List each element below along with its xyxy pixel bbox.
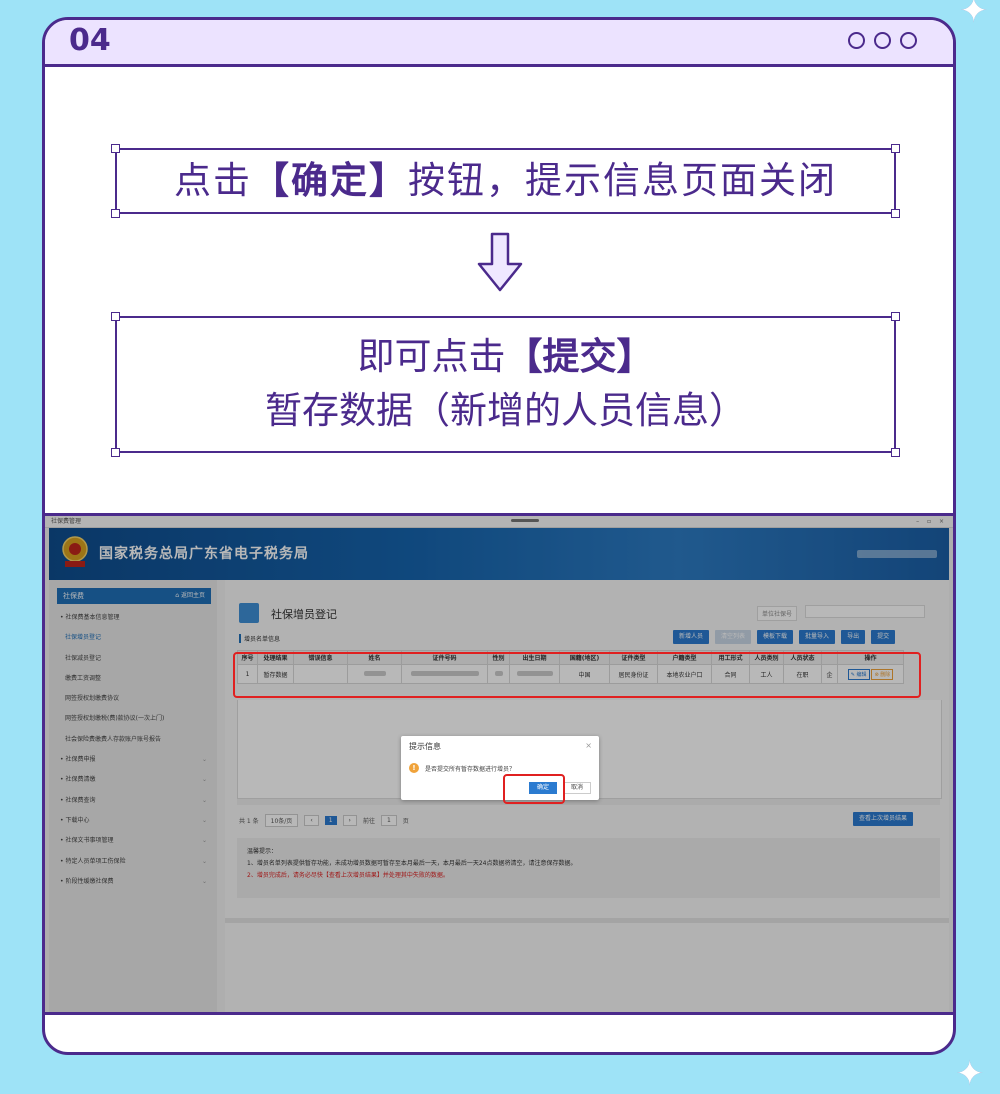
table-row-highlight	[233, 652, 921, 698]
instruction-box-1: 点击【确定】按钮，提示信息页面关闭	[111, 144, 900, 218]
warning-icon: !	[409, 763, 419, 773]
circle-icon	[900, 32, 917, 49]
down-arrow-icon	[477, 232, 523, 292]
instruction-box-2: 即可点击【提交】 暂存数据（新增的人员信息）	[111, 312, 900, 457]
sparkle-icon: ✦	[959, 0, 989, 31]
header-dots	[848, 32, 917, 49]
confirm-button-highlight	[503, 774, 565, 804]
circle-icon	[848, 32, 865, 49]
confirm-dialog: 提示信息 × ! 是否提交所有暂存数据进行增员？ 确定 取消	[401, 736, 599, 800]
instruction2-prefix: 即可点击	[357, 335, 506, 378]
instruction2-line2: 暂存数据（新增的人员信息）	[265, 389, 746, 432]
corner-handle	[111, 312, 120, 321]
circle-icon	[874, 32, 891, 49]
corner-handle	[111, 448, 120, 457]
instruction1-highlight: 【确定】	[252, 159, 408, 202]
card-header: 04	[45, 20, 953, 67]
corner-handle	[891, 144, 900, 153]
instruction1-suffix: 按钮，提示信息页面关闭	[408, 159, 837, 202]
instruction2-highlight: 【提交】	[505, 335, 654, 378]
dialog-message: 是否提交所有暂存数据进行增员？	[425, 766, 516, 773]
instruction1-prefix: 点击	[174, 159, 252, 202]
step-number: 04	[69, 23, 111, 58]
app-screenshot: 社保费管理 – ▫ × 国家税务总局广东省电子税务局 社保费 ⌂ 返回主页 • …	[45, 513, 953, 1015]
dialog-title: 提示信息	[409, 742, 441, 751]
corner-handle	[111, 209, 120, 218]
corner-handle	[111, 144, 120, 153]
cancel-button[interactable]: 取消	[563, 782, 591, 794]
step-card: 04 点击【确定】按钮，提示信息页面关闭 即可点击【提交】 暂存数据（新增的人员…	[42, 17, 956, 1055]
corner-handle	[891, 448, 900, 457]
close-icon[interactable]: ×	[585, 741, 592, 750]
corner-handle	[891, 312, 900, 321]
sparkle-icon: ✦	[955, 1054, 985, 1094]
corner-handle	[891, 209, 900, 218]
